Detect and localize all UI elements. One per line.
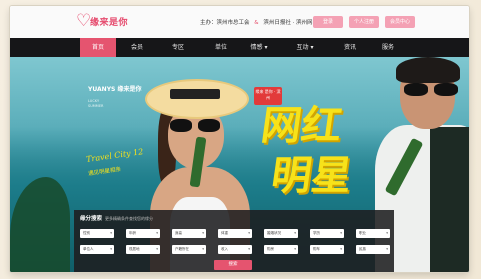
filter-select[interactable]: 婚姻状况 ▾ — [264, 229, 298, 238]
search-title: 缘分搜索 更多精确条件查找您的缘分 — [80, 214, 153, 222]
chevron-down-icon: ▾ — [310, 44, 314, 51]
filter-select-value: 身高 — [175, 231, 182, 235]
chevron-down-icon: ▾ — [110, 231, 112, 235]
nav-item-home[interactable]: 首页 — [80, 38, 116, 57]
nav-item-interact[interactable]: 互动 ▾ — [285, 38, 325, 57]
filter-select-value: 性别 — [83, 231, 90, 235]
filter-select[interactable]: 职业 ▾ — [356, 229, 390, 238]
filter-select[interactable]: 购房 ▾ — [264, 245, 298, 254]
chevron-down-icon: ▾ — [248, 231, 250, 235]
host-info: 主办：滨州市总工会 & 滨州日报社 · 滨州网 — [200, 18, 316, 26]
chevron-down-icon: ▾ — [386, 247, 388, 251]
filter-select[interactable]: 现居地 ▾ — [126, 245, 160, 254]
nav-item-services[interactable]: 服务 — [368, 38, 408, 57]
filter-select-value: 职业 — [359, 231, 366, 235]
banner-brand: YUANYS 缘来是你 — [88, 86, 142, 93]
filter-select[interactable]: 年龄 ▾ — [126, 229, 160, 238]
filter-select[interactable]: 学历 ▾ — [310, 229, 344, 238]
browser-frame: ♡ 缘来是你 主办：滨州市总工会 & 滨州日报社 · 滨州网 登录 个人注册 会… — [10, 6, 469, 272]
logo-text: 缘来是你 — [90, 18, 129, 28]
chevron-down-icon: ▾ — [340, 247, 342, 251]
filter-select[interactable]: 体重 ▾ — [218, 229, 252, 238]
filter-select-value: 单位人 — [83, 247, 94, 251]
search-title-text: 缘分搜索 — [80, 216, 103, 222]
member-center-button[interactable]: 会员中心 — [385, 16, 415, 28]
filter-select-value: 收入 — [221, 247, 228, 251]
chevron-down-icon: ▾ — [264, 44, 268, 51]
search-button[interactable]: 搜索 — [214, 260, 252, 270]
hero-banner[interactable]: YUANYS 缘来是你 LUCKY SUMMER Travel City 12 … — [10, 57, 469, 272]
login-button[interactable]: 登录 — [313, 16, 343, 28]
filter-select-value: 婚姻状况 — [267, 231, 281, 235]
chevron-down-icon: ▾ — [294, 231, 296, 235]
host-amp: & — [254, 20, 259, 26]
headline-bottom: 明星 — [268, 153, 355, 199]
host-secondary: 滨州日报社 · 滨州网 — [263, 20, 313, 26]
filter-select-value: 购车 — [313, 247, 320, 251]
chevron-down-icon: ▾ — [340, 231, 342, 235]
chevron-down-icon: ▾ — [294, 247, 296, 251]
main-nav: 首页 会员 专区 单位 情感 ▾ 互动 ▾ 资讯 服务 — [10, 38, 469, 57]
filter-select-value: 现居地 — [129, 247, 140, 251]
site-logo[interactable]: ♡ 缘来是你 — [76, 12, 128, 32]
filter-select[interactable]: 性别 ▾ — [80, 229, 114, 238]
filter-select[interactable]: 身高 ▾ — [172, 229, 206, 238]
chevron-down-icon: ▾ — [248, 247, 250, 251]
search-panel: 缘分搜索 更多精确条件查找您的缘分 性别 ▾ 年龄 ▾ 身高 ▾ 体重 ▾ 婚姻状况 ▾ 学… — [74, 210, 394, 272]
filter-select-value: 购房 — [267, 247, 274, 251]
chevron-down-icon: ▾ — [110, 247, 112, 251]
nav-item-news[interactable]: 资讯 — [330, 38, 370, 57]
nav-item-emotion[interactable]: 情感 ▾ — [239, 38, 279, 57]
nav-item-zones[interactable]: 专区 — [158, 38, 198, 57]
register-button[interactable]: 个人注册 — [349, 16, 379, 28]
host-primary: 主办：滨州市总工会 — [200, 20, 250, 26]
filter-select-value: 学历 — [313, 231, 320, 235]
nav-item-members[interactable]: 会员 — [117, 38, 157, 57]
filter-select-value: 年龄 — [129, 231, 136, 235]
filter-select-value: 体重 — [221, 231, 228, 235]
filter-select[interactable]: 民族 ▾ — [356, 245, 390, 254]
banner-brand-sub: LUCKY SUMMER — [88, 99, 104, 108]
chevron-down-icon: ▾ — [156, 231, 158, 235]
filter-select[interactable]: 购车 ▾ — [310, 245, 344, 254]
nav-item-units[interactable]: 单位 — [201, 38, 241, 57]
chevron-down-icon: ▾ — [156, 247, 158, 251]
filter-select[interactable]: 收入 ▾ — [218, 245, 252, 254]
chevron-down-icon: ▾ — [386, 231, 388, 235]
filter-select[interactable]: 单位人 ▾ — [80, 245, 114, 254]
search-subtitle: 更多精确条件查找您的缘分 — [105, 216, 154, 221]
nav-item-emotion-label: 情感 — [250, 44, 263, 51]
filter-select-value: 户籍所在 — [175, 247, 189, 251]
nav-item-interact-label: 互动 — [296, 44, 309, 51]
chevron-down-icon: ▾ — [202, 247, 204, 251]
filter-select[interactable]: 户籍所在 ▾ — [172, 245, 206, 254]
filter-select-value: 民族 — [359, 247, 366, 251]
chevron-down-icon: ▾ — [202, 231, 204, 235]
site-header: ♡ 缘来是你 主办：滨州市总工会 & 滨州日报社 · 滨州网 登录 个人注册 会… — [10, 6, 469, 38]
